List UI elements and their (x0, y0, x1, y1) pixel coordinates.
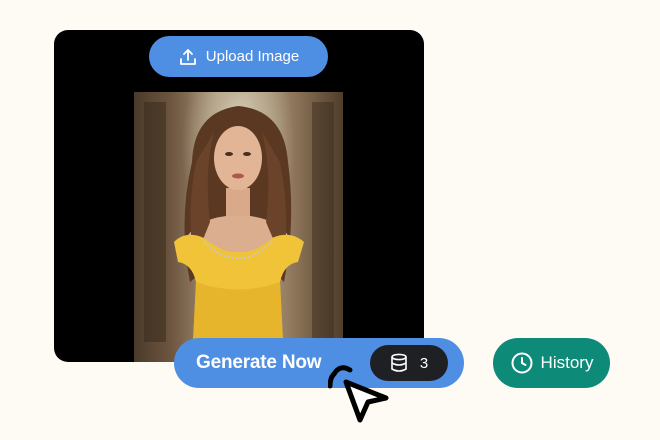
image-preview-panel (54, 30, 424, 362)
credit-count: 3 (419, 354, 429, 372)
generate-now-button[interactable]: Generate Now 3 (174, 338, 464, 388)
database-icon (390, 353, 408, 373)
generate-button-label: Generate Now (196, 352, 322, 373)
history-button[interactable]: History (493, 338, 610, 388)
uploaded-photo (134, 92, 343, 362)
credit-cost-badge: 3 (370, 345, 448, 381)
history-button-label: History (540, 353, 594, 372)
photo-illustration (144, 102, 334, 362)
upload-image-button[interactable]: Upload Image (149, 36, 328, 77)
clock-icon (510, 351, 534, 375)
upload-icon (178, 47, 198, 67)
upload-button-label: Upload Image (205, 48, 300, 65)
